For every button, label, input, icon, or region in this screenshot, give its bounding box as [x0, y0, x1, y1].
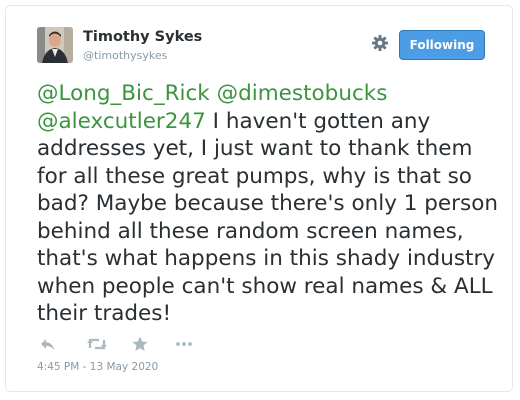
user-handle[interactable]: @timothysykes [83, 49, 167, 62]
gear-icon[interactable] [370, 33, 390, 53]
mention-link[interactable]: @dimestobucks [217, 81, 388, 106]
following-button[interactable]: Following [399, 30, 485, 60]
like-icon[interactable] [131, 335, 153, 353]
tweet-timestamp[interactable]: 4:45 PM - 13 May 2020 [37, 361, 158, 373]
tweet-card: Timothy Sykes @timothysykes Following @L… [5, 5, 513, 392]
user-name[interactable]: Timothy Sykes [83, 29, 202, 45]
reply-icon[interactable] [39, 335, 61, 353]
more-icon[interactable] [174, 335, 196, 353]
retweet-icon[interactable] [86, 335, 108, 353]
mention-link[interactable]: @Long_Bic_Rick [37, 81, 210, 106]
avatar[interactable] [37, 27, 73, 63]
tweet-body: I haven't gotten any addresses yet, I ju… [37, 108, 498, 327]
tweet-text: @Long_Bic_Rick @dimestobucks @alexcutler… [37, 80, 507, 328]
mention-link[interactable]: @alexcutler247 [37, 109, 206, 134]
